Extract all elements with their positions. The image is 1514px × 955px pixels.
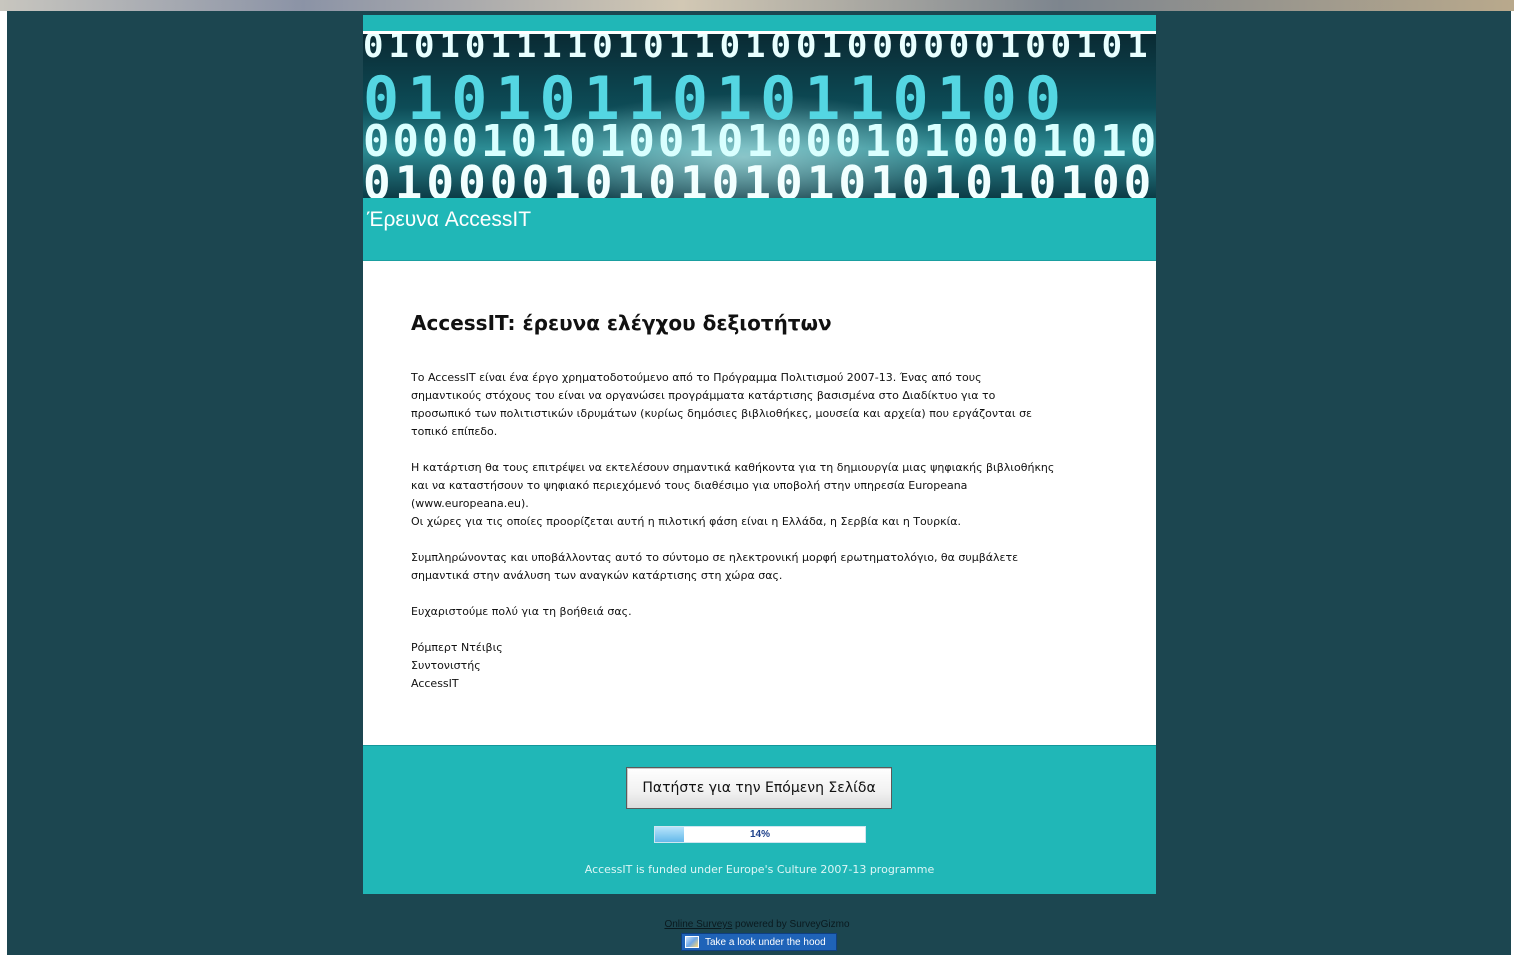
funding-note: AccessIT is funded under Europe's Cultur… <box>584 863 935 876</box>
intro-paragraph: Το AccessIT είναι ένα έργο χρηματοδοτούμ… <box>411 369 1111 441</box>
survey-title-bar: Έρευνα AccessIT <box>363 198 1156 261</box>
online-surveys-link[interactable]: Online Surveys <box>664 919 732 930</box>
text-line: (www.europeana.eu). <box>411 497 529 510</box>
signature-role: Συντονιστής <box>411 659 481 672</box>
intro-body: Το AccessIT είναι ένα έργο χρηματοδοτούμ… <box>411 369 1111 711</box>
text-line: τοπικό επίπεδο. <box>411 425 498 438</box>
binary-banner-image: 0101011110101101001000000100101 01010110… <box>363 34 1156 198</box>
powered-by-text: powered by SurveyGizmo <box>732 919 850 930</box>
surveygizmo-icon <box>685 936 699 948</box>
survey-footer: Πατήστε για την Επόμενη Σελίδα 14% Acces… <box>363 745 1156 894</box>
text-line: και να καταστήσουν το ψηφιακό περιεχόμεν… <box>411 479 968 492</box>
banner-binary-row: 0100001010101010101010100000 <box>363 156 1156 198</box>
text-line: Συμπληρώνοντας και υποβάλλοντας αυτό το … <box>411 551 1019 564</box>
powered-by-line: Online Surveys powered by SurveyGizmo <box>0 919 1514 930</box>
survey-title: Έρευνα AccessIT <box>367 208 532 231</box>
thanks-text: Ευχαριστούμε πολύ για τη βοήθειά σας. <box>411 603 1111 621</box>
banner-binary-row: 0101011110101101001000000100101 <box>363 34 1153 66</box>
header-top-bar <box>363 15 1156 34</box>
text-line: Η κατάρτιση θα τους επιτρέψει να εκτελέσ… <box>411 461 1055 474</box>
next-page-button[interactable]: Πατήστε για την Επόμενη Σελίδα <box>626 767 892 809</box>
progress-bar: 14% <box>654 826 866 843</box>
survey-card: 0101011110101101001000000100101 01010110… <box>363 15 1156 894</box>
text-line: σημαντικά στην ανάλυση των αναγκών κατάρ… <box>411 569 783 582</box>
signature-block: Ρόμπερτ Ντέιβις Συντονιστής AccessIT <box>411 639 1111 693</box>
text-line: Οι χώρες για τις οποίες προορίζεται αυτή… <box>411 515 962 528</box>
page-heading: AccessIT: έρευνα ελέγχου δεξιοτήτων <box>411 311 832 335</box>
signature-name: Ρόμπερτ Ντέιβις <box>411 641 503 654</box>
progress-percent: 14% <box>749 829 770 840</box>
browser-background-strip <box>0 0 1514 11</box>
under-the-hood-button[interactable]: Take a look under the hood <box>681 933 837 951</box>
text-line: σημαντικούς στόχους του είναι να οργανώσ… <box>411 389 996 402</box>
intro-content: AccessIT: έρευνα ελέγχου δεξιοτήτων Το A… <box>363 261 1156 745</box>
intro-paragraph: Συμπληρώνοντας και υποβάλλοντας αυτό το … <box>411 549 1111 585</box>
text-line: Το AccessIT είναι ένα έργο χρηματοδοτούμ… <box>411 371 982 384</box>
text-line: προσωπικό των πολιτιστικών ιδρυμάτων (κυ… <box>411 407 1032 420</box>
signature-org: AccessIT <box>411 677 459 690</box>
intro-paragraph: Η κατάρτιση θα τους επιτρέψει να εκτελέσ… <box>411 459 1111 531</box>
page-left-edge <box>0 11 7 955</box>
text-line: Ευχαριστούμε πολύ για τη βοήθειά σας. <box>411 605 632 618</box>
under-the-hood-label: Take a look under the hood <box>705 936 826 948</box>
